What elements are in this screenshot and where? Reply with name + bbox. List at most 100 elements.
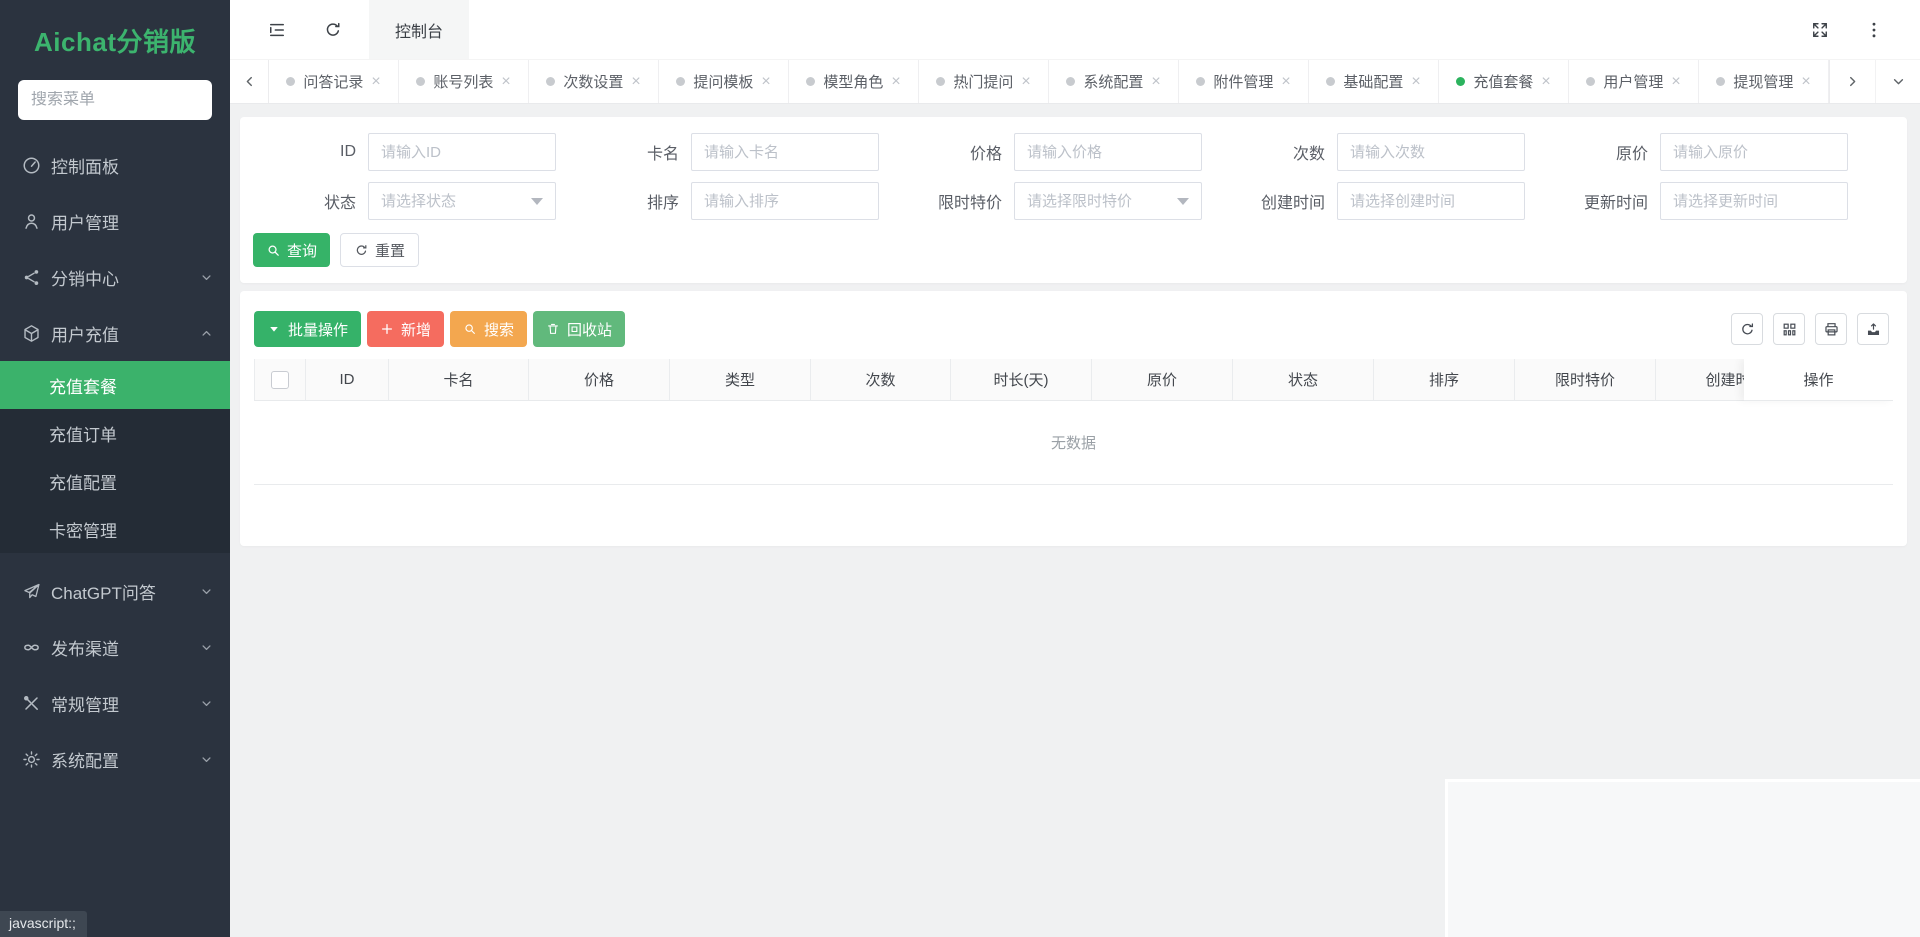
tab-close-icon[interactable]: × <box>371 74 380 90</box>
tab-close-icon[interactable]: × <box>1281 74 1290 90</box>
tab-label: 次数设置 <box>563 71 623 92</box>
fullscreen-icon[interactable] <box>1810 20 1830 40</box>
filter-field-status: 状态 <box>253 182 576 220</box>
collapse-sidebar-icon[interactable] <box>267 20 287 40</box>
tab-user-management[interactable]: 用户管理× <box>1569 60 1699 103</box>
sidebar-item-label: 分销中心 <box>51 265 119 290</box>
tab-label: 提现管理 <box>1733 71 1793 92</box>
filter-field-special-offer: 限时特价 <box>899 182 1222 220</box>
tab-hot-questions[interactable]: 热门提问× <box>919 60 1049 103</box>
refresh-page-icon[interactable] <box>323 20 343 40</box>
sidebar-item-card-key-management[interactable]: 卡密管理 <box>0 505 230 553</box>
chevron-down-icon <box>199 696 214 711</box>
tab-close-icon[interactable]: × <box>631 74 640 90</box>
filter-original-price-input[interactable] <box>1661 144 1847 161</box>
tab-close-icon[interactable]: × <box>891 74 900 90</box>
sidebar-item-dashboard[interactable]: 控制面板 <box>0 137 230 193</box>
filter-id-input[interactable] <box>369 144 555 161</box>
tab-scroll-left-button[interactable] <box>230 60 269 103</box>
filter-special-offer-select[interactable] <box>1015 193 1201 210</box>
tab-close-icon[interactable]: × <box>1671 74 1680 90</box>
input-box <box>691 133 879 171</box>
console-tab[interactable]: 控制台 <box>369 0 469 59</box>
select-box <box>1014 182 1202 220</box>
batch-button-label: 批量操作 <box>288 319 348 340</box>
tab-account-list[interactable]: 账号列表× <box>399 60 529 103</box>
refresh-table-button[interactable] <box>1731 313 1763 345</box>
tab-close-icon[interactable]: × <box>761 74 770 90</box>
tab-recharge-package[interactable]: 充值套餐 × <box>1439 60 1569 103</box>
sidebar-item-label: 系统配置 <box>51 747 119 772</box>
tab-question-template[interactable]: 提问模板× <box>659 60 789 103</box>
tab-model-role[interactable]: 模型角色× <box>789 60 919 103</box>
tab-list-dropdown-button[interactable] <box>1875 60 1920 103</box>
filter-panel: ID 卡名 价格 <box>240 117 1907 283</box>
filter-card-name-input[interactable] <box>692 144 878 161</box>
search-button[interactable]: 搜索 <box>450 311 527 347</box>
sidebar-item-user-management[interactable]: 用户管理 <box>0 193 230 249</box>
printer-icon <box>1823 321 1840 338</box>
sidebar-item-user-recharge[interactable]: 用户充值 <box>0 305 230 361</box>
tab-close-icon[interactable]: × <box>1541 74 1550 90</box>
dashboard-icon <box>21 155 42 176</box>
tab-bar: 问答记录× 账号列表× 次数设置 × 提问模板× 模型角色× 热门提问× 系统配置… <box>230 59 1920 104</box>
filter-row-1: ID 卡名 价格 <box>240 117 1907 171</box>
trash-icon <box>546 322 560 336</box>
filter-status-select[interactable] <box>369 193 555 210</box>
filter-updated-time-input[interactable] <box>1661 193 1847 210</box>
tab-withdraw-management[interactable]: 提现管理 × <box>1699 60 1829 103</box>
filter-label: ID <box>253 143 368 161</box>
tab-qa-records[interactable]: 问答记录× <box>269 60 399 103</box>
tab-close-icon[interactable]: × <box>1151 74 1160 90</box>
filter-label: 价格 <box>899 140 1014 164</box>
filter-created-time-input[interactable] <box>1338 193 1524 210</box>
sidebar-item-chatgpt-qa[interactable]: ChatGPT问答 <box>0 563 230 619</box>
chevron-down-icon <box>199 752 214 767</box>
sidebar-item-recharge-orders[interactable]: 充值订单 <box>0 409 230 457</box>
print-button[interactable] <box>1815 313 1847 345</box>
sidebar-item-publish-channels[interactable]: 发布渠道 <box>0 619 230 675</box>
submenu-item-label: 充值配置 <box>49 469 117 494</box>
reset-button[interactable]: 重置 <box>340 233 419 267</box>
menu-search-input[interactable] <box>31 91 199 109</box>
tab-close-icon[interactable]: × <box>1021 74 1030 90</box>
tab-scroll-right-button[interactable] <box>1829 60 1875 103</box>
sidebar-menu: 控制面板 用户管理 分销中心 <box>0 137 230 787</box>
sidebar-item-general-management[interactable]: 常规管理 <box>0 675 230 731</box>
sidebar-item-recharge-package[interactable]: 充值套餐 <box>0 361 230 409</box>
tab-basic-config[interactable]: 基础配置× <box>1309 60 1439 103</box>
recycle-bin-button[interactable]: 回收站 <box>533 311 625 347</box>
tab-count-settings[interactable]: 次数设置 × <box>529 60 659 103</box>
query-button[interactable]: 查询 <box>253 233 330 267</box>
tab-close-icon[interactable]: × <box>1411 74 1420 90</box>
send-icon <box>21 581 42 602</box>
sidebar-item-system-config[interactable]: 系统配置 <box>0 731 230 787</box>
empty-placeholder: 无数据 <box>254 401 1893 485</box>
sidebar-item-recharge-config[interactable]: 充值配置 <box>0 457 230 505</box>
sidebar-item-label: 用户管理 <box>51 209 119 234</box>
more-menu-icon[interactable] <box>1864 20 1884 40</box>
filter-price-input[interactable] <box>1015 144 1201 161</box>
add-button[interactable]: 新增 <box>367 311 444 347</box>
search-button-label: 搜索 <box>484 319 514 340</box>
sidebar-item-distribution-center[interactable]: 分销中心 <box>0 249 230 305</box>
caret-down-icon <box>267 322 281 336</box>
table-toolbar: 批量操作 新增 搜索 回收站 <box>254 311 1893 347</box>
export-button[interactable] <box>1857 313 1889 345</box>
select-all-checkbox[interactable] <box>271 371 289 389</box>
search-icon <box>266 243 281 258</box>
app-logo: Aichat分销版 <box>0 0 230 59</box>
tab-label: 系统配置 <box>1083 71 1143 92</box>
tab-close-icon[interactable]: × <box>501 74 510 90</box>
filter-sort-input[interactable] <box>692 193 878 210</box>
tab-close-icon[interactable]: × <box>1801 74 1810 90</box>
columns-button[interactable] <box>1773 313 1805 345</box>
filter-count-input[interactable] <box>1338 144 1524 161</box>
tab-system-config[interactable]: 系统配置 × <box>1049 60 1179 103</box>
tab-label: 充值套餐 <box>1473 71 1533 92</box>
recycle-button-label: 回收站 <box>567 319 612 340</box>
tab-attachment-management[interactable]: 附件管理× <box>1179 60 1309 103</box>
add-button-label: 新增 <box>401 319 431 340</box>
table-panel: 批量操作 新增 搜索 回收站 <box>240 291 1907 546</box>
batch-actions-button[interactable]: 批量操作 <box>254 311 361 347</box>
